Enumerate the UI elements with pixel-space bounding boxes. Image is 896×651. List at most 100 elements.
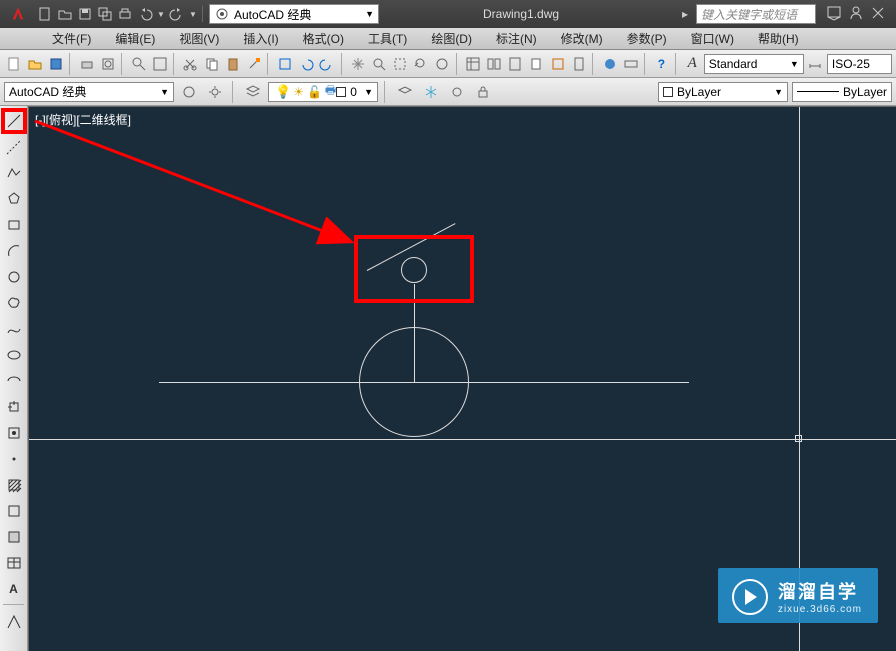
- plot-preview-icon[interactable]: [98, 53, 117, 75]
- dwg-props-icon[interactable]: [150, 53, 169, 75]
- region-tool[interactable]: [2, 525, 26, 549]
- dim-style-selector[interactable]: ISO-25: [827, 54, 892, 74]
- text-style-icon[interactable]: A: [683, 53, 702, 75]
- canvas-container: [-][俯视][二维线框] 溜溜自学 zixue.3d66.com: [28, 106, 896, 651]
- workspace-selector[interactable]: AutoCAD 经典 ▼: [209, 4, 379, 24]
- user-icon[interactable]: [848, 5, 864, 24]
- copy-icon[interactable]: [202, 53, 221, 75]
- construction-line-tool[interactable]: [2, 135, 26, 159]
- ellipse-arc-tool[interactable]: [2, 369, 26, 393]
- new-file-icon[interactable]: [4, 53, 23, 75]
- point-tool[interactable]: [2, 447, 26, 471]
- paste-icon[interactable]: [223, 53, 242, 75]
- plot-icon[interactable]: [77, 53, 96, 75]
- ribbon-icon[interactable]: [621, 53, 640, 75]
- menu-window[interactable]: 窗口(W): [679, 28, 746, 49]
- menu-dimension[interactable]: 标注(N): [484, 28, 549, 49]
- ws-settings-icon[interactable]: [178, 81, 200, 103]
- play-icon: [732, 579, 768, 615]
- ws-gear-icon[interactable]: [204, 81, 226, 103]
- undo-tb-icon[interactable]: [296, 53, 315, 75]
- polyline-tool[interactable]: [2, 161, 26, 185]
- layer-lock-icon[interactable]: [472, 81, 494, 103]
- layer-selector[interactable]: 💡 ☀ 🔓 🖶 0 ▼: [268, 82, 378, 102]
- drawing-canvas[interactable]: [-][俯视][二维线框] 溜溜自学 zixue.3d66.com: [29, 107, 896, 651]
- zoom-rt-icon[interactable]: [369, 53, 388, 75]
- pan-icon[interactable]: [348, 53, 367, 75]
- add-selected-tool[interactable]: [2, 610, 26, 634]
- tool-palettes-icon[interactable]: [506, 53, 525, 75]
- insert-block-tool[interactable]: [2, 395, 26, 419]
- menu-param[interactable]: 参数(P): [615, 28, 679, 49]
- layer-iso-icon[interactable]: [394, 81, 416, 103]
- mtext-tool[interactable]: A: [2, 577, 26, 601]
- render-icon[interactable]: [600, 53, 619, 75]
- gradient-tool[interactable]: [2, 499, 26, 523]
- spline-tool[interactable]: [2, 317, 26, 341]
- menu-view[interactable]: 视图(V): [167, 28, 231, 49]
- save-icon[interactable]: [76, 5, 94, 23]
- markup-icon[interactable]: [548, 53, 567, 75]
- properties-toolbar: AutoCAD 经典 ▼ 💡 ☀ 🔓 🖶 0 ▼ ByLayer ▼ ByLay…: [0, 78, 896, 106]
- properties-icon[interactable]: [463, 53, 482, 75]
- saveas-icon[interactable]: [96, 5, 114, 23]
- undo-icon[interactable]: [136, 5, 154, 23]
- redo-tb-icon[interactable]: [317, 53, 336, 75]
- make-block-tool[interactable]: [2, 421, 26, 445]
- print-icon[interactable]: [116, 5, 134, 23]
- arc-tool[interactable]: [2, 239, 26, 263]
- annotation-arrow: [29, 107, 389, 287]
- circle-tool[interactable]: [2, 265, 26, 289]
- cut-icon[interactable]: [181, 53, 200, 75]
- ellipse-tool[interactable]: [2, 343, 26, 367]
- block-editor-icon[interactable]: [275, 53, 294, 75]
- search-input[interactable]: 键入关键字或短语: [696, 4, 816, 24]
- open-icon[interactable]: [56, 5, 74, 23]
- line-tool[interactable]: [2, 109, 26, 133]
- exchange-icon[interactable]: [870, 5, 886, 24]
- menu-modify[interactable]: 修改(M): [549, 28, 615, 49]
- menu-file[interactable]: 文件(F): [40, 28, 103, 49]
- dcenter-icon[interactable]: [485, 53, 504, 75]
- bulb-icon: 💡: [275, 84, 291, 100]
- menu-insert[interactable]: 插入(I): [231, 28, 290, 49]
- qcalc-icon[interactable]: [569, 53, 588, 75]
- linetype-selector[interactable]: ByLayer: [792, 82, 892, 102]
- dim-style-icon[interactable]: [806, 53, 825, 75]
- text-style-selector[interactable]: Standard ▼: [704, 54, 804, 74]
- menu-tools[interactable]: 工具(T): [356, 28, 419, 49]
- hatch-tool[interactable]: [2, 473, 26, 497]
- chevron-down-icon: ▼: [365, 9, 374, 19]
- drawn-circle-large: [359, 327, 469, 437]
- find-icon[interactable]: [129, 53, 148, 75]
- revision-cloud-tool[interactable]: [2, 291, 26, 315]
- layer-freeze-icon[interactable]: [420, 81, 442, 103]
- draw-toolbar: A: [0, 106, 28, 651]
- table-tool[interactable]: [2, 551, 26, 575]
- new-icon[interactable]: [36, 5, 54, 23]
- sheet-set-icon[interactable]: [527, 53, 546, 75]
- save-file-icon[interactable]: [46, 53, 65, 75]
- layer-off-icon[interactable]: [446, 81, 468, 103]
- menu-draw[interactable]: 绘图(D): [419, 28, 484, 49]
- search-icon[interactable]: [826, 5, 842, 24]
- polygon-tool[interactable]: [2, 187, 26, 211]
- menu-bar: 文件(F) 编辑(E) 视图(V) 插入(I) 格式(O) 工具(T) 绘图(D…: [0, 28, 896, 50]
- redo-icon[interactable]: [168, 5, 186, 23]
- match-props-icon[interactable]: [244, 53, 263, 75]
- open-file-icon[interactable]: [25, 53, 44, 75]
- menu-edit[interactable]: 编辑(E): [103, 28, 167, 49]
- undo-dropdown-icon[interactable]: ▼: [156, 5, 166, 23]
- zoom-ext-icon[interactable]: [433, 53, 452, 75]
- redo-dropdown-icon[interactable]: ▼: [188, 5, 198, 23]
- layer-props-icon[interactable]: [242, 81, 264, 103]
- color-selector[interactable]: ByLayer ▼: [658, 82, 788, 102]
- menu-help[interactable]: 帮助(H): [746, 28, 811, 49]
- menu-format[interactable]: 格式(O): [291, 28, 356, 49]
- quick-access-toolbar: ▼ ▼: [36, 5, 205, 23]
- zoom-window-icon[interactable]: [390, 53, 409, 75]
- workspace-prop-selector[interactable]: AutoCAD 经典 ▼: [4, 82, 174, 102]
- zoom-prev-icon[interactable]: [412, 53, 431, 75]
- rectangle-tool[interactable]: [2, 213, 26, 237]
- help-icon[interactable]: ?: [652, 53, 671, 75]
